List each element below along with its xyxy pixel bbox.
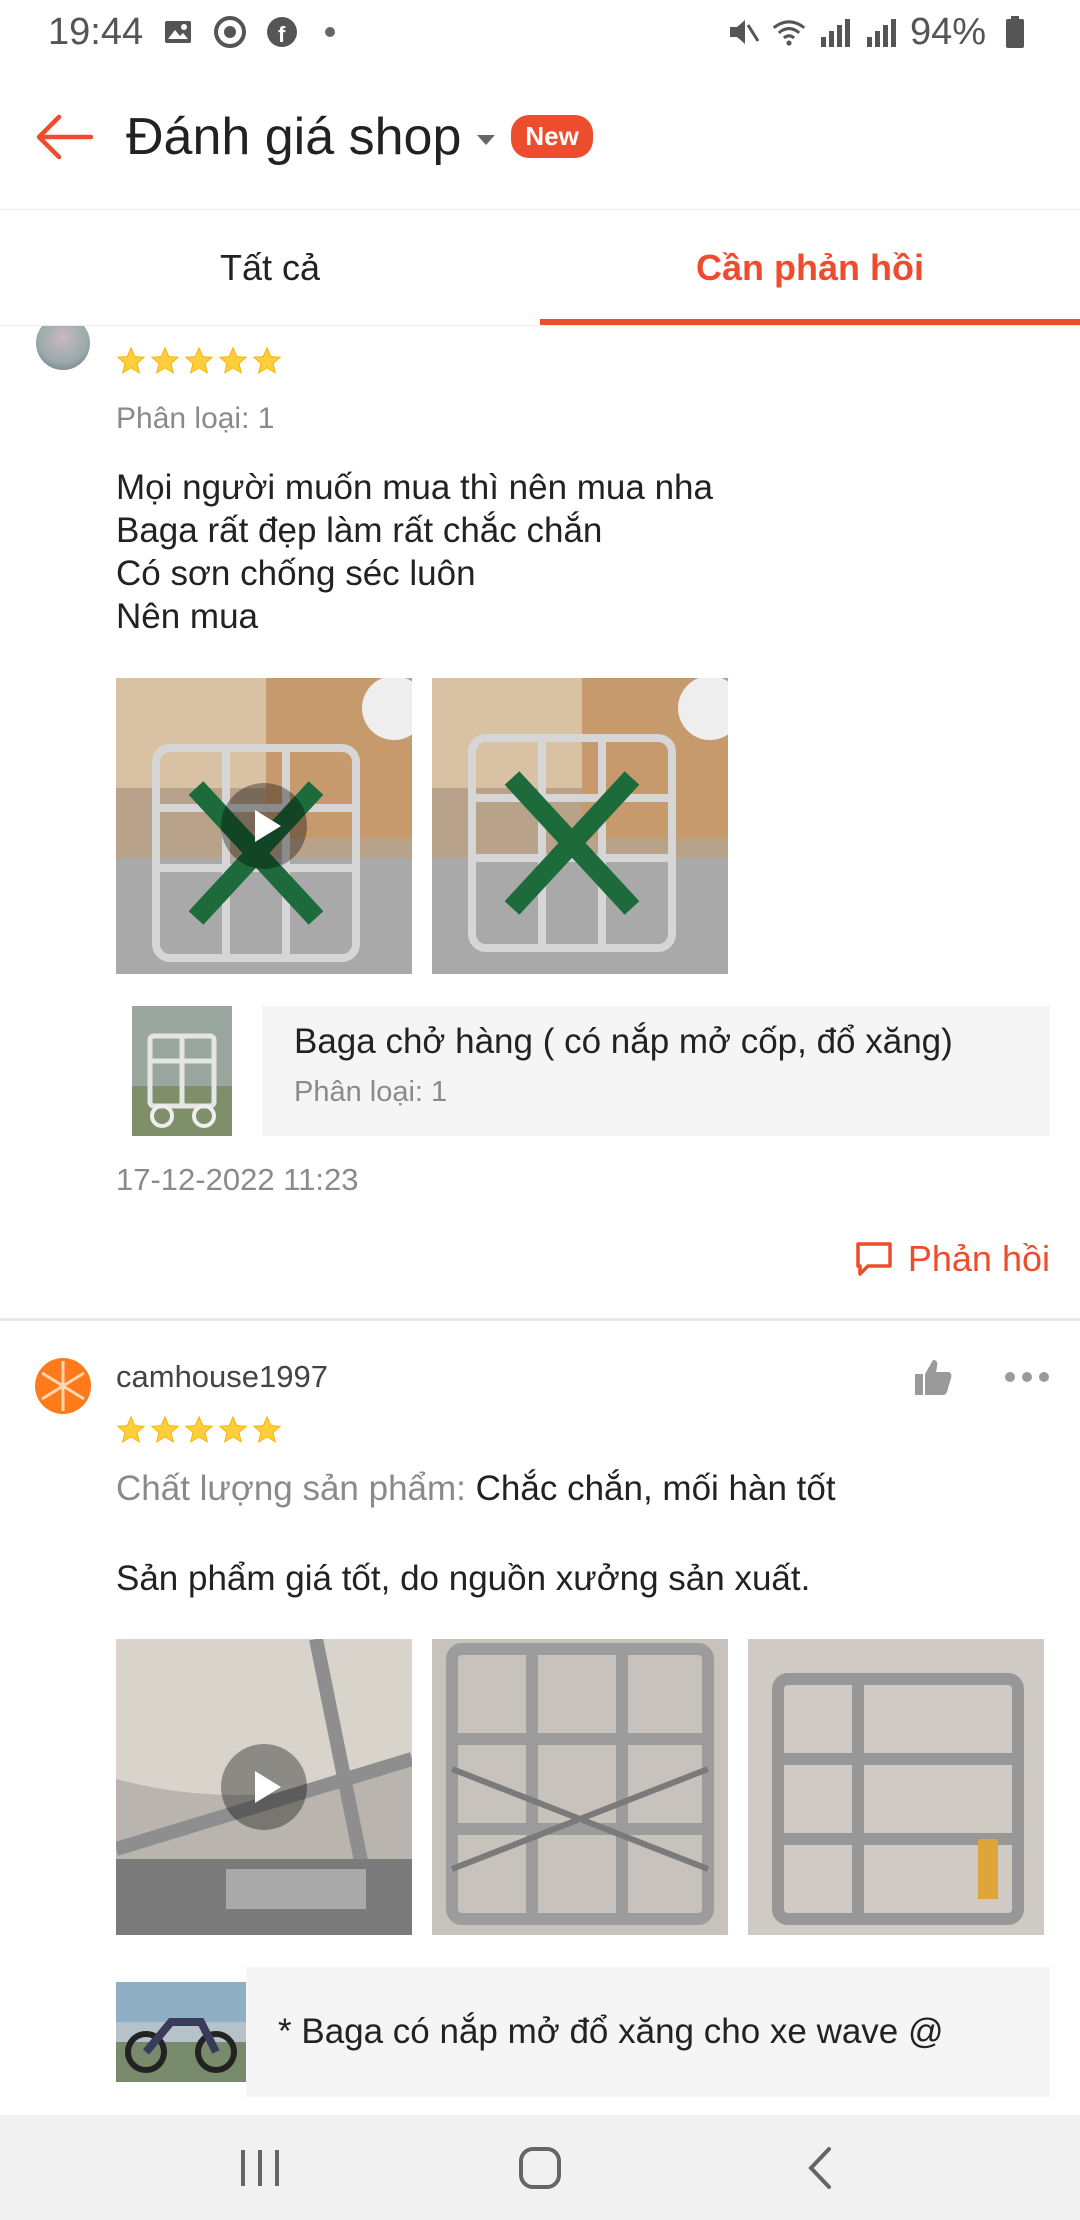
quality-value: Chắc chắn, mối hàn tốt	[475, 1469, 836, 1508]
review-text-line: Có sơn chống séc luôn	[116, 554, 476, 593]
product-name: Baga chở hàng ( có nắp mở cốp, đổ xăng)	[294, 1022, 953, 1061]
star-icon	[252, 1415, 282, 1443]
product-variant: Phân loại: 1	[294, 1076, 448, 1108]
tab-all[interactable]: Tất cả	[0, 210, 540, 325]
product-name: * Baga có nắp mở đổ xăng cho xe wave @	[278, 2012, 944, 2051]
back-arrow-icon	[36, 114, 93, 159]
back-button[interactable]	[34, 107, 94, 167]
review-item: Phân loại: 1 Mọi người muốn mua thì nên …	[0, 326, 1080, 1280]
rating-stars	[116, 1415, 1050, 1445]
quality-attribute: Chất lượng sản phẩm: Chắc chắn, mối hàn …	[116, 1469, 1050, 1509]
home-icon	[519, 2146, 561, 2189]
more-options-icon[interactable]	[1004, 1371, 1050, 1383]
tab-need-reply[interactable]: Cần phản hồi	[540, 210, 1080, 325]
rating-stars	[116, 346, 1050, 376]
play-icon[interactable]	[221, 1744, 307, 1830]
chevron-left-icon	[808, 2146, 831, 2189]
review-text: Sản phẩm giá tốt, do nguồn xưởng sản xuấ…	[116, 1559, 811, 1598]
new-badge: New	[511, 115, 593, 158]
svg-text:f: f	[278, 22, 286, 47]
star-icon	[184, 1415, 214, 1443]
battery-percent: 94%	[909, 10, 986, 53]
review-list[interactable]: Phân loại: 1 Mọi người muốn mua thì nên …	[0, 326, 1080, 2115]
review-text: Mọi người muốn mua thì nên mua nha Baga …	[116, 466, 1050, 638]
system-back-button[interactable]	[790, 2138, 850, 2198]
battery-icon	[998, 15, 1032, 49]
review-media	[116, 678, 1050, 974]
play-icon[interactable]	[221, 783, 307, 869]
review-video-thumbnail[interactable]	[116, 678, 412, 974]
product-image	[132, 1006, 262, 1136]
review-photo-thumbnail[interactable]	[432, 678, 728, 974]
signal-icon	[818, 15, 852, 49]
tab-bar: Tất cả Cần phản hồi	[0, 210, 1080, 326]
product-card[interactable]: * Baga có nắp mở đổ xăng cho xe wave @	[116, 1967, 1050, 2097]
status-time: 19:44	[48, 10, 144, 53]
avatar[interactable]	[36, 326, 90, 370]
home-button[interactable]	[510, 2138, 570, 2198]
facebook-icon: f	[265, 15, 299, 49]
review-timestamp: 17-12-2022 11:23	[116, 1162, 359, 1197]
chat-bubble-icon	[856, 1242, 892, 1276]
review-video-thumbnail[interactable]	[116, 1639, 412, 1935]
status-bar: 19:44 f 94%	[0, 0, 1080, 64]
product-card[interactable]: Baga chở hàng ( có nắp mở cốp, đổ xăng) …	[132, 1006, 1050, 1136]
review-photo-thumbnail[interactable]	[432, 1639, 728, 1935]
star-icon	[116, 346, 146, 374]
review-variant: Phân loại: 1	[116, 402, 275, 435]
wifi-icon	[772, 15, 806, 49]
review-text-line: Nên mua	[116, 597, 259, 636]
recent-apps-button[interactable]	[230, 2138, 290, 2198]
review-item: camhouse1997 Chất lượng sản phẩm: Chắc c…	[0, 1321, 1080, 2097]
signal-icon-2	[864, 15, 898, 49]
page-title[interactable]: Đánh giá shop	[126, 107, 461, 167]
notification-dot-icon	[325, 27, 336, 37]
star-icon	[184, 346, 214, 374]
mute-icon	[726, 15, 760, 49]
star-icon	[218, 346, 248, 374]
review-media	[116, 1639, 1050, 1935]
product-info: * Baga có nắp mở đổ xăng cho xe wave @	[246, 1967, 1050, 2097]
avatar[interactable]	[34, 1357, 92, 1415]
quality-label: Chất lượng sản phẩm:	[116, 1469, 466, 1508]
gallery-icon	[161, 15, 195, 49]
recent-apps-icon	[241, 2149, 279, 2186]
review-text-line: Baga rất đẹp làm rất chắc chắn	[116, 511, 603, 550]
chrome-icon	[213, 15, 247, 49]
review-photo-thumbnail[interactable]	[748, 1639, 1044, 1935]
review-text-line: Mọi người muốn mua thì nên mua nha	[116, 468, 713, 507]
star-icon	[218, 1415, 248, 1443]
star-icon	[150, 1415, 180, 1443]
star-icon	[150, 346, 180, 374]
dropdown-caret-icon[interactable]	[477, 134, 496, 145]
like-icon[interactable]	[912, 1357, 954, 1397]
reviewer-username[interactable]: camhouse1997	[116, 1359, 328, 1395]
reply-label: Phản hồi	[907, 1238, 1050, 1279]
product-image	[116, 1967, 246, 2097]
product-info: Baga chở hàng ( có nắp mở cốp, đổ xăng) …	[262, 1006, 1050, 1136]
star-icon	[116, 1415, 146, 1443]
star-icon	[252, 346, 282, 374]
system-navigation-bar	[0, 2115, 1080, 2220]
app-header: Đánh giá shop New	[0, 64, 1080, 210]
reply-button[interactable]: Phản hồi	[116, 1238, 1050, 1280]
